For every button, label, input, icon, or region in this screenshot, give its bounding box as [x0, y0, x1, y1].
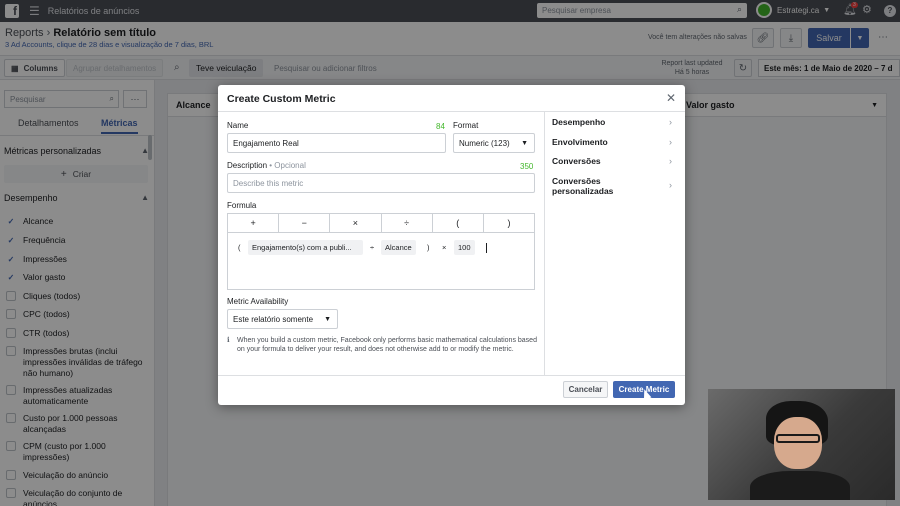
metric-form: Name 84 Engajamento Real Format Numeric … [218, 112, 544, 375]
chevron-right-icon: › [669, 117, 672, 127]
chevron-right-icon: › [669, 156, 672, 166]
formula-token: × [442, 243, 447, 252]
formula-label: Formula [227, 201, 257, 210]
webcam-overlay [708, 389, 895, 500]
chevron-down-icon: ▼ [521, 140, 528, 147]
chevron-down-icon: ▼ [324, 316, 331, 323]
availability-label: Metric Availability [227, 297, 289, 306]
operator-multiply-button[interactable]: × [330, 214, 382, 232]
category-conversoes[interactable]: Conversões › [552, 156, 672, 166]
text-cursor [486, 243, 487, 253]
formula-token: ( [238, 243, 241, 252]
chevron-right-icon: › [669, 137, 672, 147]
formula-operators: + − × ÷ ( ) [227, 213, 535, 233]
formula-metric-chip[interactable]: Alcance [381, 240, 416, 255]
info-note: ℹ When you build a custom metric, Facebo… [227, 337, 537, 353]
close-icon[interactable]: ✕ [666, 91, 676, 105]
formula-editor[interactable]: ( Engajamento(s) com a publi... ÷ Alcanc… [227, 233, 535, 290]
name-label: Name [227, 121, 249, 130]
operator-divide-button[interactable]: ÷ [382, 214, 433, 232]
category-envolvimento[interactable]: Envolvimento › [552, 137, 672, 147]
category-conversoes-personalizadas[interactable]: Conversões personalizadas › [552, 176, 672, 196]
category-desempenho[interactable]: Desempenho › [552, 117, 672, 127]
operator-minus-button[interactable]: − [279, 214, 331, 232]
close-paren-button[interactable]: ) [484, 214, 534, 232]
description-char-count: 350 [520, 162, 534, 171]
availability-select[interactable]: Este relatório somente ▼ [227, 309, 338, 329]
info-icon: ℹ [227, 337, 230, 344]
operator-plus-button[interactable]: + [228, 214, 280, 232]
formula-number-chip[interactable]: 100 [454, 240, 475, 255]
create-custom-metric-dialog: Create Custom Metric ✕ Name 84 Engajamen… [218, 85, 685, 405]
formula-token: ) [427, 243, 430, 252]
format-select[interactable]: Numeric (123) ▼ [453, 133, 535, 153]
open-paren-button[interactable]: ( [433, 214, 484, 232]
formula-token: ÷ [370, 243, 375, 252]
description-field[interactable]: Describe this metric [227, 173, 535, 193]
cancel-button[interactable]: Cancelar [563, 381, 608, 398]
chevron-right-icon: › [669, 180, 672, 190]
name-field[interactable]: Engajamento Real [227, 133, 446, 153]
dialog-title: Create Custom Metric [227, 93, 336, 105]
formula-metric-chip[interactable]: Engajamento(s) com a publi... [248, 240, 363, 255]
name-char-count: 84 [436, 122, 445, 131]
description-label: Description • Opcional [227, 161, 306, 170]
format-label: Format [453, 121, 479, 130]
